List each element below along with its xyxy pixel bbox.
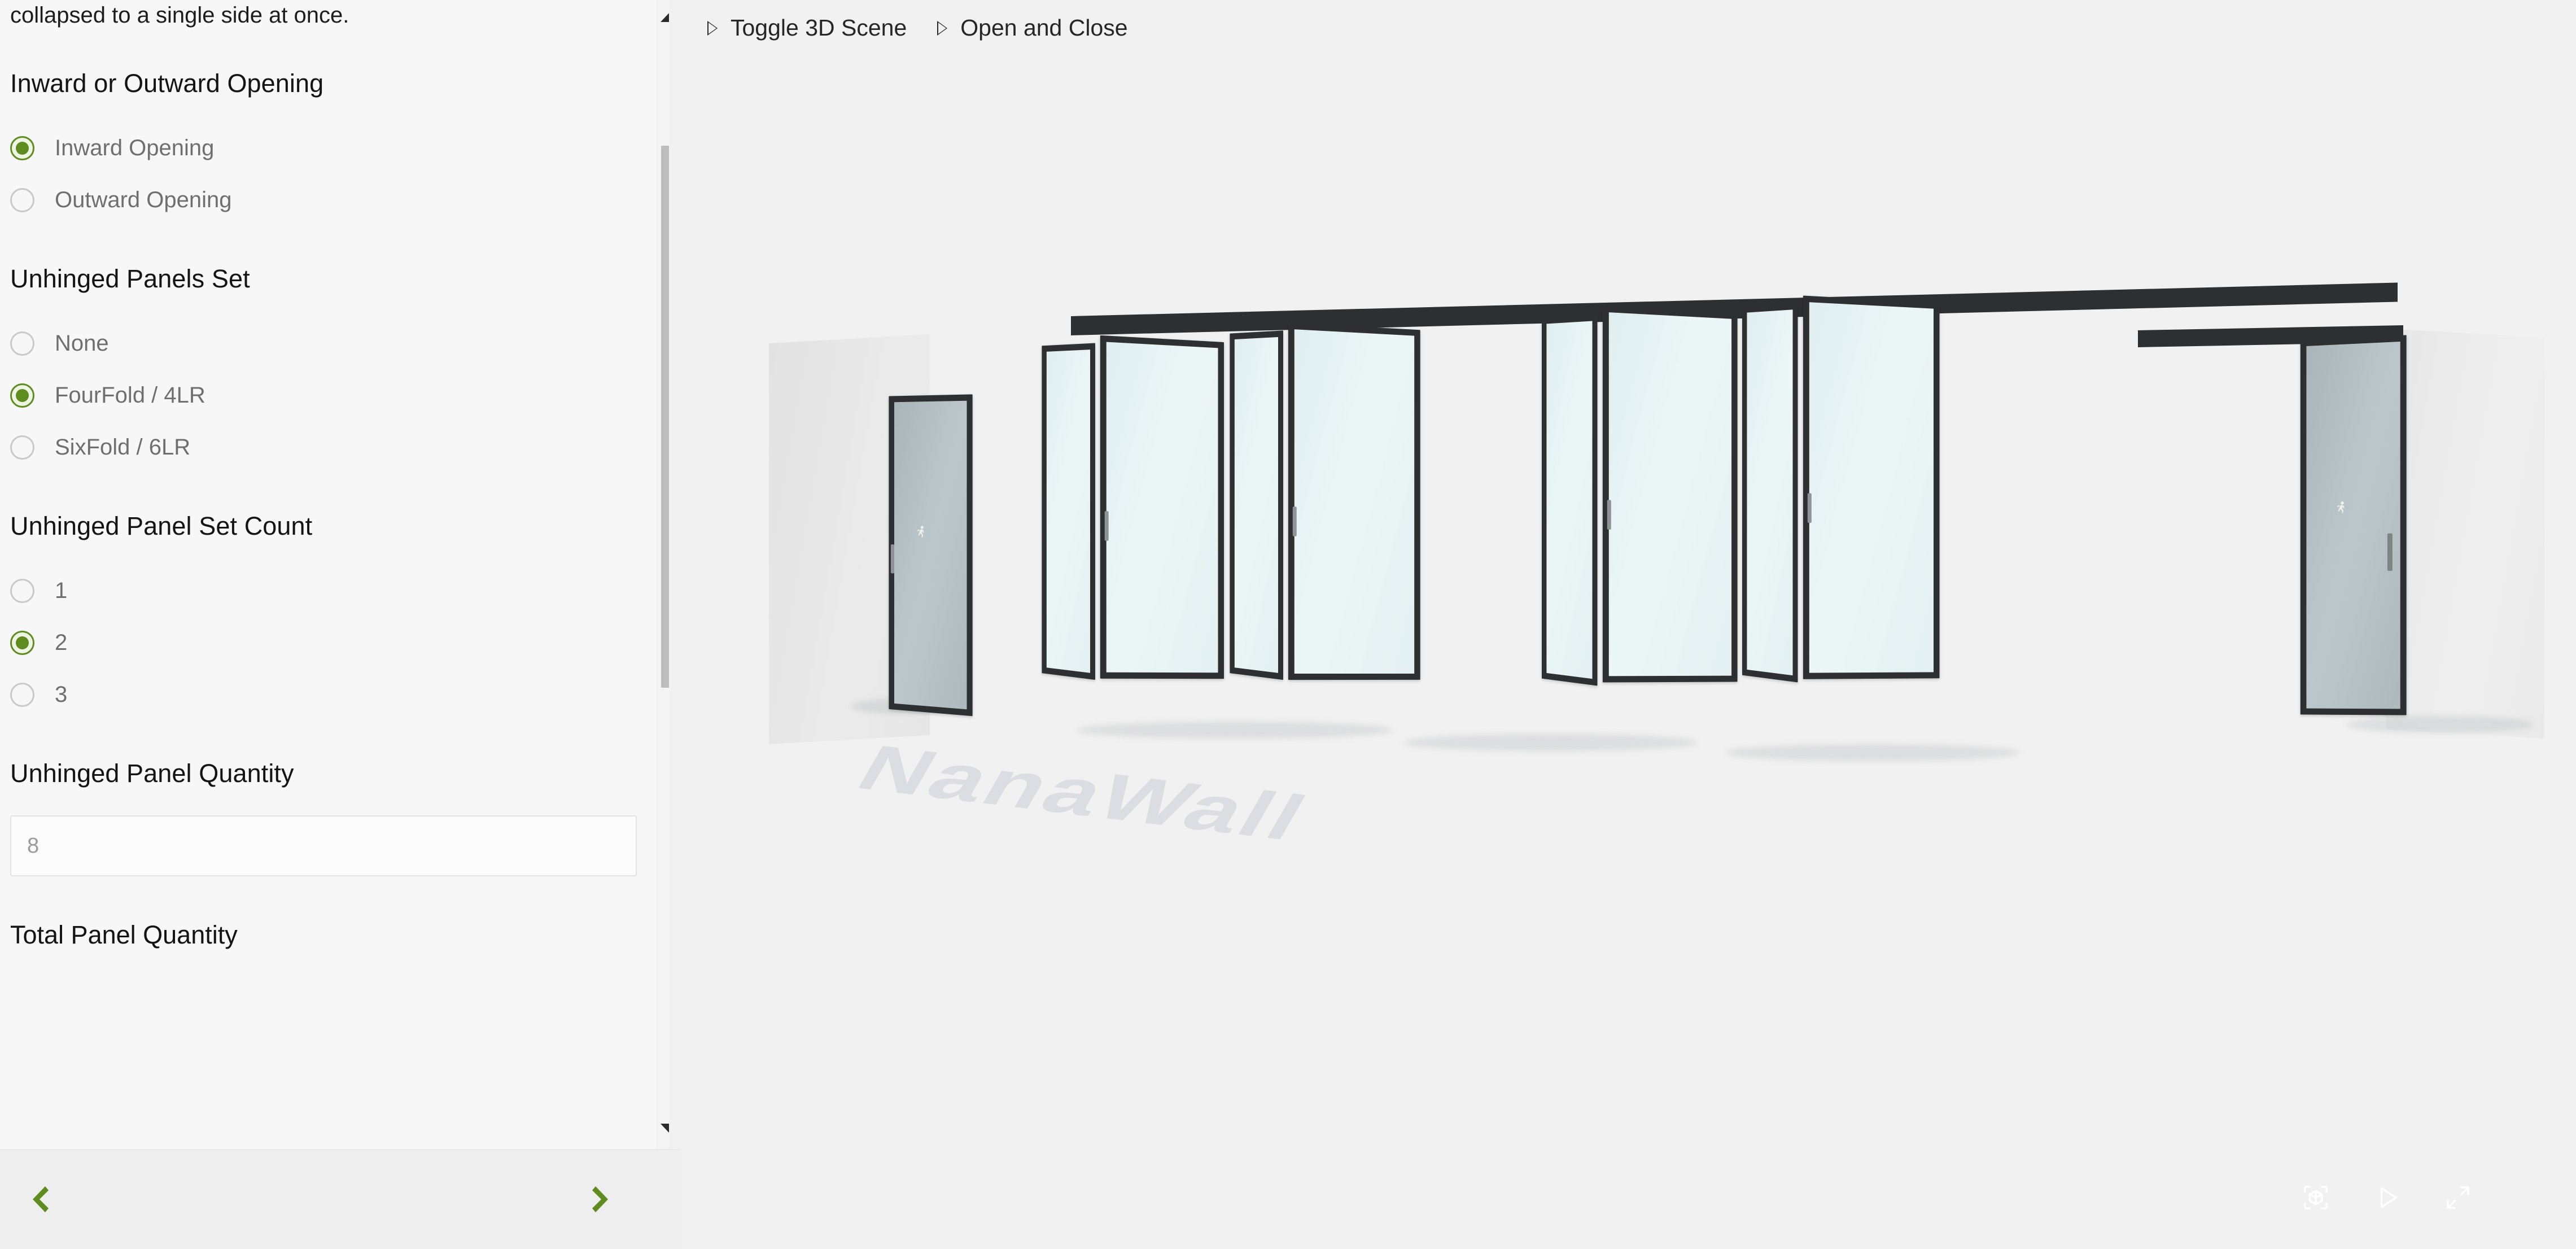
radio-group: Inward Opening Outward Opening	[10, 122, 669, 226]
radio-indicator-icon	[10, 383, 34, 408]
glass-pane	[1234, 337, 1279, 673]
group-title: Inward or Outward Opening	[10, 69, 324, 98]
radio-option-sixfold-6lr[interactable]: SixFold / 6LR	[10, 421, 669, 473]
door-handle	[2387, 533, 2393, 571]
scrollbar-thumb[interactable]	[661, 146, 669, 688]
unhinged-panel-quantity-input[interactable]	[10, 815, 637, 876]
folding-panel-4[interactable]	[1288, 322, 1420, 680]
radio-label: 1	[55, 578, 68, 603]
fullscreen-expand-icon[interactable]	[2443, 1182, 2473, 1213]
folding-panel-2[interactable]	[1100, 335, 1224, 679]
folding-panel-7[interactable]	[1742, 303, 1798, 683]
group-title-total-panel-quantity: Total Panel Quantity	[10, 920, 238, 949]
glass-pane	[894, 400, 967, 710]
chevron-left-icon	[33, 1186, 49, 1212]
orbit-3d-icon[interactable]	[2299, 1181, 2332, 1214]
panel-scrollbar[interactable]	[657, 0, 669, 1149]
glass-pane	[1106, 342, 1218, 673]
glass-pane	[1546, 321, 1593, 679]
glass-pane	[1608, 312, 1732, 676]
folding-panel-3[interactable]	[1230, 330, 1283, 680]
radio-option-fourfold-4lr[interactable]: FourFold / 4LR	[10, 369, 669, 421]
configurator-scroll-content: collapsed to a single side at once. Inwa…	[0, 0, 669, 1017]
floor-shadow	[1726, 744, 2019, 761]
field-wrapper	[10, 815, 669, 876]
radio-option-count-1[interactable]: 1	[10, 565, 669, 617]
model-viewer[interactable]: Toggle 3D Scene Open and Close NanaWall	[681, 0, 2576, 1249]
radio-label: Outward Opening	[55, 187, 232, 212]
door-handle	[1292, 506, 1297, 536]
glass-pane	[1747, 309, 1793, 676]
radio-label: 3	[55, 682, 68, 707]
configurator-panel: collapsed to a single side at once. Inwa…	[0, 0, 669, 1149]
3d-scene[interactable]: NanaWall	[681, 0, 2576, 1249]
radio-indicator-icon	[10, 331, 34, 356]
door-panel-swing-left[interactable]	[889, 394, 973, 717]
option-group-unhinged-panel-set-count: Unhinged Panel Set Count 1 2 3	[10, 512, 669, 720]
intro-description: collapsed to a single side at once.	[10, 3, 349, 28]
radio-label: Inward Opening	[55, 135, 215, 160]
next-step-button[interactable]	[584, 1182, 619, 1217]
wizard-footer	[0, 1149, 681, 1249]
running-man-exit-icon	[915, 525, 928, 539]
radio-option-count-2[interactable]: 2	[10, 617, 669, 669]
radio-indicator-icon	[10, 578, 34, 603]
play-icon[interactable]	[2372, 1182, 2403, 1213]
radio-label: 2	[55, 630, 68, 655]
option-group-unhinged-panels-set: Unhinged Panels Set None FourFold / 4LR …	[10, 264, 669, 473]
radio-group: 1 2 3	[10, 565, 669, 720]
radio-indicator-icon	[10, 630, 34, 655]
field-group-unhinged-panel-quantity: Unhinged Panel Quantity	[10, 759, 669, 876]
play-triangle-outline-icon	[707, 20, 718, 36]
folding-panel-8[interactable]	[1803, 295, 1940, 679]
play-triangle-outline-icon	[937, 20, 948, 36]
radio-group: None FourFold / 4LR SixFold / 6LR	[10, 317, 669, 473]
glass-pane	[1809, 302, 1934, 673]
configurator-app: collapsed to a single side at once. Inwa…	[0, 0, 2576, 1249]
floor-shadow	[1404, 734, 1698, 751]
toggle-3d-scene-button[interactable]: Toggle 3D Scene	[707, 15, 907, 41]
running-man-exit-icon	[2334, 500, 2348, 516]
radio-label: FourFold / 4LR	[55, 382, 205, 408]
glass-pane	[2306, 341, 2400, 709]
door-panel-swing-right[interactable]	[2300, 335, 2407, 715]
folding-panel-1[interactable]	[1042, 343, 1095, 680]
door-handle	[890, 544, 895, 574]
chevron-right-icon	[592, 1186, 608, 1212]
open-and-close-label: Open and Close	[960, 15, 1128, 41]
floor-shadow	[1077, 722, 1393, 739]
radio-label: None	[55, 330, 109, 356]
radio-indicator-icon	[10, 682, 34, 707]
radio-option-outward-opening[interactable]: Outward Opening	[10, 174, 669, 226]
field-label: Unhinged Panel Quantity	[10, 759, 294, 788]
radio-indicator-icon	[10, 136, 34, 160]
toggle-3d-scene-label: Toggle 3D Scene	[731, 15, 907, 41]
triangle-down-icon[interactable]	[660, 1124, 669, 1133]
triangle-up-icon[interactable]	[660, 12, 669, 22]
group-title: Unhinged Panel Set Count	[10, 512, 313, 540]
radio-label: SixFold / 6LR	[55, 434, 191, 460]
floor-shadow	[2347, 716, 2533, 733]
radio-indicator-icon	[10, 435, 34, 460]
viewer-action-toolbar: Toggle 3D Scene Open and Close	[707, 15, 1128, 41]
option-group-inward-outward-opening: Inward or Outward Opening Inward Opening…	[10, 69, 669, 226]
viewer-controls-bar	[2299, 1181, 2473, 1214]
wall-segment-right	[2386, 329, 2544, 739]
radio-option-count-3[interactable]: 3	[10, 669, 669, 720]
glass-pane	[1046, 350, 1091, 673]
radio-option-inward-opening[interactable]: Inward Opening	[10, 122, 669, 174]
folding-panel-6[interactable]	[1602, 305, 1738, 683]
door-handle	[1104, 511, 1109, 541]
door-handle	[1607, 500, 1611, 530]
radio-option-none[interactable]: None	[10, 317, 669, 369]
folding-panel-5[interactable]	[1541, 314, 1598, 686]
open-and-close-button[interactable]: Open and Close	[937, 15, 1128, 41]
glass-pane	[1294, 329, 1415, 674]
group-title: Unhinged Panels Set	[10, 264, 250, 293]
door-handle	[1807, 493, 1812, 523]
radio-indicator-icon	[10, 187, 34, 212]
floor-logo-text: NanaWall	[845, 732, 1322, 854]
previous-step-button[interactable]	[21, 1182, 56, 1217]
